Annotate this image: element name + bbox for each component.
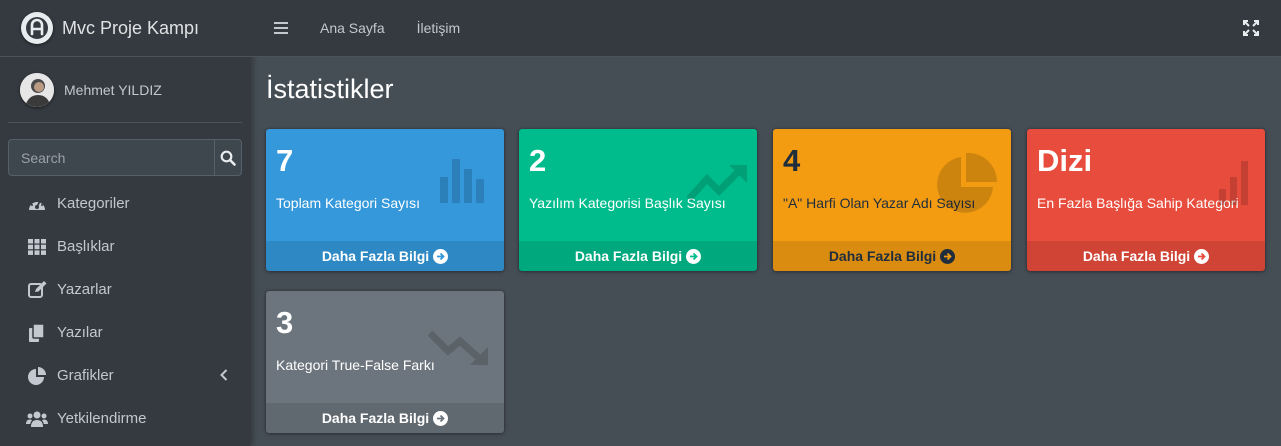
brand-logo-icon	[21, 12, 53, 44]
sidebar-item-label: Yazılar	[57, 324, 103, 341]
grid-icon	[26, 237, 48, 257]
sidebar-item-grafikler[interactable]: Grafikler	[0, 354, 250, 397]
small-box-author-a-count: 4 "A" Harfi Olan Yazar Adı Sayısı Daha F…	[773, 129, 1011, 271]
copy-icon	[26, 323, 48, 343]
more-info-label: Daha Fazla Bilgi	[1082, 248, 1191, 264]
sidebar-item-label: Kategoriler	[57, 195, 130, 212]
box-value: 4	[783, 143, 801, 178]
box-label: En Fazla Başlığa Sahip Kategori	[1037, 195, 1239, 211]
trend-up-icon	[686, 163, 749, 208]
arrow-circle-right-icon	[433, 410, 449, 426]
brand-link[interactable]: Mvc Proje Kampı	[0, 0, 250, 57]
sidebar-item-label: Yazarlar	[57, 281, 112, 298]
sidebar-item-yazilar[interactable]: Yazılar	[0, 311, 250, 354]
content-wrapper: İstatistikler 7 Toplam Kategori Sayısı D…	[250, 57, 1281, 446]
pie-chart-icon	[26, 366, 48, 386]
menu-toggle-icon[interactable]	[274, 22, 288, 34]
nav-link-contact[interactable]: İletişim	[417, 20, 461, 36]
search-input[interactable]	[8, 139, 214, 176]
search-icon	[220, 150, 236, 166]
small-box-top-category: Dizi En Fazla Başlığa Sahip Kategori Dah…	[1027, 129, 1265, 271]
sidebar-item-basliklar[interactable]: Başlıklar	[0, 225, 250, 268]
top-navbar: Ana Sayfa İletişim	[250, 0, 1281, 57]
more-info-link[interactable]: Daha Fazla Bilgi	[266, 403, 504, 433]
more-info-label: Daha Fazla Bilgi	[574, 248, 683, 264]
small-box-software-title-count: 2 Yazılım Kategorisi Başlık Sayısı Daha …	[519, 129, 757, 271]
more-info-link[interactable]: Daha Fazla Bilgi	[519, 241, 757, 271]
arrow-circle-right-icon	[1194, 248, 1210, 264]
box-value: 7	[276, 143, 294, 178]
sidebar-search	[8, 139, 242, 176]
nav-link-home[interactable]: Ana Sayfa	[320, 20, 385, 36]
box-value: 2	[529, 143, 547, 178]
main-sidebar: Mvc Proje Kampı Mehmet YILDIZ Search Kat…	[0, 0, 250, 446]
sidebar-nav: Kategoriler Başlıklar Yazarlar Yazılar G…	[0, 182, 250, 440]
more-info-label: Daha Fazla Bilgi	[828, 248, 937, 264]
sidebar-item-label: Yetkilendirme	[57, 410, 147, 427]
more-info-label: Daha Fazla Bilgi	[321, 410, 430, 426]
sidebar-item-label: Başlıklar	[57, 238, 115, 255]
sidebar-item-yetkilendirme[interactable]: Yetkilendirme	[0, 397, 250, 440]
user-panel: Mehmet YILDIZ	[8, 57, 242, 123]
chevron-left-icon	[220, 368, 228, 385]
box-value: Dizi	[1037, 143, 1093, 178]
bar-chart-icon	[440, 155, 492, 210]
edit-icon	[26, 280, 48, 300]
sidebar-item-yazarlar[interactable]: Yazarlar	[0, 268, 250, 311]
sidebar-item-label: Grafikler	[57, 367, 114, 384]
small-box-category-count: 7 Toplam Kategori Sayısı Daha Fazla Bilg…	[266, 129, 504, 271]
pie-chart-icon	[933, 152, 998, 220]
page-title: İstatistikler	[266, 74, 394, 104]
arrow-circle-right-icon	[433, 248, 449, 264]
user-name-link[interactable]: Mehmet YILDIZ	[64, 82, 162, 98]
arrow-circle-right-icon	[940, 248, 956, 264]
more-info-link[interactable]: Daha Fazla Bilgi	[773, 241, 1011, 271]
small-box-true-false-diff: 3 Kategori True-False Farkı Daha Fazla B…	[266, 291, 504, 433]
arrow-circle-right-icon	[686, 248, 702, 264]
brand-name: Mvc Proje Kampı	[62, 17, 200, 38]
more-info-label: Daha Fazla Bilgi	[321, 248, 430, 264]
more-info-link[interactable]: Daha Fazla Bilgi	[266, 241, 504, 271]
sidebar-item-kategoriler[interactable]: Kategoriler	[0, 182, 250, 225]
avatar[interactable]	[20, 72, 54, 107]
more-info-link[interactable]: Daha Fazla Bilgi	[1027, 241, 1265, 271]
signal-icon	[1219, 161, 1249, 210]
box-label: Kategori True-False Farkı	[276, 357, 435, 373]
trend-down-icon	[427, 329, 490, 372]
search-button[interactable]	[214, 139, 242, 176]
box-value: 3	[276, 305, 294, 340]
box-label: Toplam Kategori Sayısı	[276, 195, 420, 211]
fullscreen-icon[interactable]	[1243, 20, 1259, 41]
users-icon	[26, 409, 48, 429]
tachometer-icon	[26, 194, 48, 214]
